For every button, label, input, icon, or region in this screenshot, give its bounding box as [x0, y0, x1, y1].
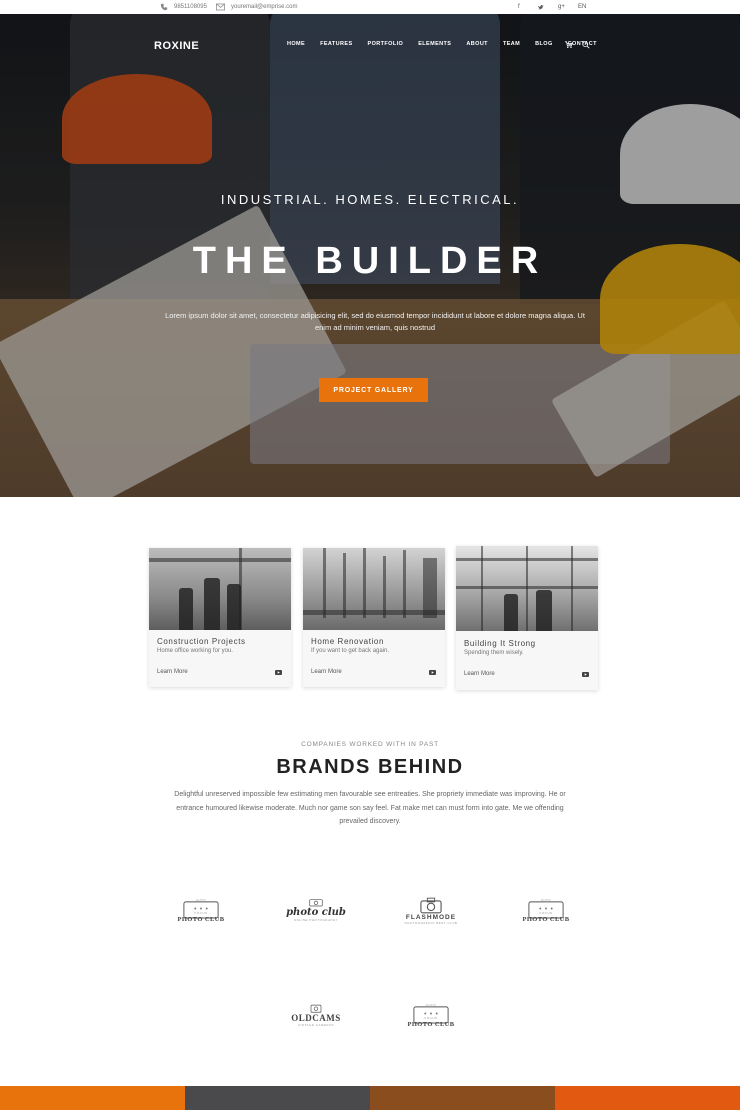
footer-block-orange	[0, 1086, 185, 1110]
logo-top-text: AUTO	[540, 898, 552, 902]
logo-top-text: AUTO	[195, 898, 207, 902]
footer-block-red-orange	[555, 1086, 740, 1110]
brand-logo-oldcams[interactable]: OLDCAMS VINTAGE CAMERAS	[285, 1003, 347, 1027]
logo-name: PHOTO CLUB	[522, 916, 570, 923]
phone-number: 9851108095	[174, 4, 207, 10]
email-contact[interactable]: youremail@emprise.com	[216, 0, 297, 14]
brand-logo-photo-club[interactable]: AUTO FOCUS PHOTO CLUB	[170, 898, 232, 923]
card-image	[149, 548, 291, 630]
main-nav: HOME FEATURES PORTFOLIO ELEMENTS ABOUT T…	[287, 41, 612, 47]
brand-logo-photo-club[interactable]: AUTO FOCUS PHOTO CLUB	[400, 1003, 462, 1028]
camera-icon	[310, 1004, 322, 1013]
brand-logo-flashmode[interactable]: FLASHMODE PHOTOGRAPHIC BEST CLUB	[398, 897, 464, 925]
footer-block-brown	[370, 1086, 555, 1110]
email-address: youremail@emprise.com	[231, 4, 298, 10]
top-bar: 9851108095 youremail@emprise.com f g+ EN	[0, 0, 740, 14]
service-card[interactable]: Building It Strong Spending them wisely.…	[456, 546, 598, 690]
card-image	[303, 548, 445, 630]
footer-block-gray	[185, 1086, 370, 1110]
logo-tagline: ONLINE PHOTOGRAPHY	[293, 918, 339, 922]
card-description: Spending them wisely.	[464, 650, 524, 656]
card-title: Home Renovation	[311, 637, 385, 646]
facebook-icon[interactable]: f	[518, 0, 520, 14]
logo-mid-text: FOCUS	[194, 911, 208, 915]
logo-name: photo club	[286, 907, 346, 918]
phone-icon	[160, 3, 168, 11]
footer-color-bar	[0, 1086, 740, 1110]
nav-team[interactable]: TEAM	[503, 41, 520, 47]
card-title: Building It Strong	[464, 639, 536, 648]
logo-name: PHOTO CLUB	[407, 1021, 455, 1028]
youtube-icon[interactable]	[275, 670, 282, 675]
logo-mid-text: FOCUS	[539, 911, 553, 915]
youtube-icon[interactable]	[582, 672, 589, 677]
nav-portfolio[interactable]: PORTFOLIO	[368, 41, 404, 47]
mail-icon	[216, 3, 225, 11]
logo-mid-text: FOCUS	[424, 1016, 438, 1020]
project-gallery-button[interactable]: PROJECT GALLERY	[319, 378, 428, 402]
logo-name: FLASHMODE	[405, 914, 457, 921]
logo-tagline: PHOTOGRAPHIC BEST CLUB	[404, 921, 458, 925]
service-card[interactable]: Construction Projects Home office workin…	[149, 548, 291, 687]
card-title: Construction Projects	[157, 637, 246, 646]
logo-tagline: VINTAGE CAMERAS	[297, 1023, 335, 1027]
google-plus-icon[interactable]: g+	[558, 0, 565, 14]
site-logo[interactable]: ROXINE	[154, 40, 199, 52]
logo-name: OLDCAMS	[291, 1013, 341, 1023]
card-description: If you want to get back again.	[311, 648, 390, 654]
nav-home[interactable]: HOME	[287, 41, 305, 47]
twitter-icon[interactable]	[538, 0, 544, 14]
nav-features[interactable]: FEATURES	[320, 41, 352, 47]
learn-more-link[interactable]: Learn More	[464, 671, 495, 677]
nav-about[interactable]: ABOUT	[466, 41, 488, 47]
learn-more-link[interactable]: Learn More	[157, 669, 188, 675]
cart-icon[interactable]	[565, 41, 573, 49]
logo-name: PHOTO CLUB	[177, 916, 225, 923]
language-selector[interactable]: EN	[578, 0, 586, 14]
youtube-icon[interactable]	[429, 670, 436, 675]
camera-icon	[420, 897, 442, 914]
brand-logo-photo-club-script[interactable]: photo club ONLINE PHOTOGRAPHY	[285, 898, 347, 922]
hero-title: THE BUILDER	[192, 240, 548, 282]
hero-section: ROXINE HOME FEATURES PORTFOLIO ELEMENTS …	[0, 14, 740, 497]
brand-logo-photo-club[interactable]: AUTO FOCUS PHOTO CLUB	[515, 898, 577, 923]
brands-eyebrow: COMPANIES WORKED WITH IN PAST	[301, 741, 439, 748]
search-icon[interactable]	[582, 41, 590, 49]
card-description: Home office working for you.	[157, 648, 233, 654]
logo-top-text: AUTO	[425, 1003, 437, 1007]
brands-title: BRANDS BEHIND	[276, 756, 464, 778]
phone-contact[interactable]: 9851108095	[160, 0, 207, 14]
service-card[interactable]: Home Renovation If you want to get back …	[303, 548, 445, 687]
learn-more-link[interactable]: Learn More	[311, 669, 342, 675]
camera-icon	[309, 899, 323, 907]
hero-text: Lorem ipsum dolor sit amet, consectetur …	[165, 311, 585, 332]
nav-elements[interactable]: ELEMENTS	[418, 41, 451, 47]
nav-blog[interactable]: BLOG	[535, 41, 553, 47]
card-image	[456, 546, 598, 631]
hero-subtitle: INDUSTRIAL. HOMES. ELECTRICAL.	[220, 192, 520, 207]
brands-text: Delightful unreserved impossible few est…	[174, 791, 566, 825]
